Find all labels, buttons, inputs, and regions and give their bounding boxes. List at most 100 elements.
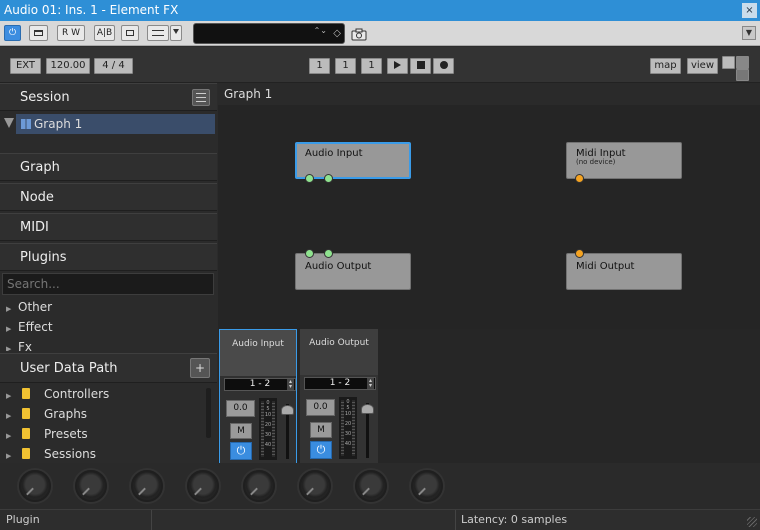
panel-toggle-top[interactable] [722,56,735,69]
play-icon [394,61,401,69]
folder-controllers[interactable]: ▶ Controllers [6,386,109,402]
folder-presets[interactable]: ▶ Presets [6,426,88,442]
resize-grip-icon[interactable] [747,517,757,527]
chevron-down-icon [173,29,179,34]
section-session[interactable]: Session [0,83,217,111]
node-midi-output[interactable]: Midi Output [566,253,682,290]
strip-power-button[interactable]: ⏻ [310,441,332,459]
tempo-field[interactable]: 120.00 [46,58,90,74]
map-button[interactable]: map [650,58,681,74]
session-label: Session [20,90,70,105]
favorite-icon[interactable]: ◇ [333,28,341,39]
midi-input-port[interactable] [575,249,584,258]
read-write-button[interactable]: R W [57,25,85,41]
view-button[interactable]: view [687,58,718,74]
macro-knob[interactable] [19,470,51,502]
stop-button[interactable] [410,58,431,74]
audio-input-port[interactable] [324,249,333,258]
section-graph[interactable]: Graph [0,153,217,181]
mixer-panel: Audio Input 1 - 2 ▴ ▾ 0.0 M ⏻ 0 5 10 20 30 40 A… [218,329,760,464]
macro-knob[interactable] [131,470,163,502]
expand-arrow-icon: ▶ [6,345,12,351]
time-signature-field[interactable]: 4 / 4 [94,58,133,74]
category-fx[interactable]: ▶ Fx [6,340,32,351]
user-data-scrollbar[interactable] [206,388,211,438]
audio-output-port[interactable] [324,174,333,183]
channel-routing-select[interactable]: 1 - 2 ▴ ▾ [304,377,376,390]
gain-field[interactable]: 0.0 [306,399,335,416]
bar-counter: 1 [309,58,330,74]
section-user-data-path[interactable]: User Data Path + [0,353,217,383]
folder-graphs[interactable]: ▶ Graphs [6,406,87,422]
macro-knob[interactable] [187,470,219,502]
close-button[interactable]: × [742,3,757,18]
folder-icon [22,388,30,399]
session-menu-button[interactable] [192,89,210,106]
expand-arrow-icon: ▶ [6,392,12,400]
category-other[interactable]: ▶ Other [6,300,52,314]
play-button[interactable] [387,58,408,74]
macro-knob[interactable] [299,470,331,502]
expand-arrow-icon: ▶ [6,432,12,440]
category-effect[interactable]: ▶ Effect [6,320,53,334]
section-midi[interactable]: MIDI [0,213,217,241]
meter-scale: 0 5 10 20 30 40 [344,399,352,447]
channel-strip-audio-output[interactable]: Audio Output 1 - 2 ▴ ▾ 0.0 M ⏻ 0 5 10 20 30 40 [300,329,378,464]
audio-output-port[interactable] [305,174,314,183]
node-audio-input[interactable]: Audio Input [295,142,411,179]
section-node[interactable]: Node [0,183,217,211]
mute-button[interactable]: M [310,422,332,438]
panel-toggle-bottom[interactable] [736,69,749,81]
record-button[interactable] [433,58,454,74]
stepper-icon[interactable]: ▴ ▾ [287,379,294,390]
stepper-icon[interactable]: ▴ ▾ [367,378,374,389]
folder-sessions[interactable]: ▶ Sessions [6,446,96,462]
routing-dropdown-button[interactable] [170,25,182,41]
node-label: Audio Input [305,148,363,159]
macro-knob[interactable] [411,470,443,502]
strip-name: Audio Output [309,338,369,348]
ab-compare-button[interactable]: A|B [94,25,115,41]
channel-strip-audio-input[interactable]: Audio Input 1 - 2 ▴ ▾ 0.0 M ⏻ 0 5 10 20 30 40 [219,329,297,464]
add-path-button[interactable]: + [190,358,210,378]
node-midi-input[interactable]: Midi Input (no device) [566,142,682,179]
plugin-toolbar: ⏻ R W A|B ⌃⌄ ◇ ▼ [0,21,760,46]
camera-icon[interactable] [351,26,367,41]
preset-stepper-icon[interactable]: ⌃⌄ [314,27,327,35]
sync-source-button[interactable]: EXT [10,58,41,74]
power-button[interactable]: ⏻ [4,25,21,41]
strip-power-button[interactable]: ⏻ [230,442,252,460]
preset-selector[interactable]: ⌃⌄ ◇ [193,23,345,44]
session-graph-item[interactable]: Graph 1 [16,114,215,134]
status-bar: Plugin Latency: 0 samples [0,509,760,530]
status-latency: Latency: 0 samples [461,513,568,526]
expand-arrow-icon: ▶ [6,452,12,460]
tree-expand-icon[interactable] [4,118,14,128]
section-plugins[interactable]: Plugins [0,243,217,271]
graph-canvas[interactable]: Audio Input Midi Input (no device) Audio… [218,105,760,329]
panel-toggle-top-right[interactable] [736,56,749,69]
macro-knob[interactable] [75,470,107,502]
node-audio-output[interactable]: Audio Output [295,253,411,290]
folder-icon [22,428,30,439]
macro-knob[interactable] [243,470,275,502]
meter-scale: 0 5 10 20 30 40 [264,400,272,448]
plugin-search-input[interactable] [2,273,214,295]
record-icon [439,61,448,69]
copy-settings-button[interactable] [121,25,139,41]
plugin-menu-button[interactable]: ▼ [742,26,756,40]
clipboard-icon [126,30,134,36]
audio-input-port[interactable] [305,249,314,258]
mute-button[interactable]: M [230,423,252,439]
midi-output-port[interactable] [575,174,584,183]
bypass-button[interactable] [29,25,48,41]
graph-icon [21,119,31,129]
graph-item-label: Graph 1 [34,117,83,131]
channel-routing-select[interactable]: 1 - 2 ▴ ▾ [224,378,296,391]
routing-button[interactable] [147,25,169,41]
volume-fader[interactable] [281,405,294,415]
gain-field[interactable]: 0.0 [226,400,255,417]
node-sublabel: (no device) [576,158,616,166]
volume-fader[interactable] [361,404,374,414]
macro-knob[interactable] [355,470,387,502]
